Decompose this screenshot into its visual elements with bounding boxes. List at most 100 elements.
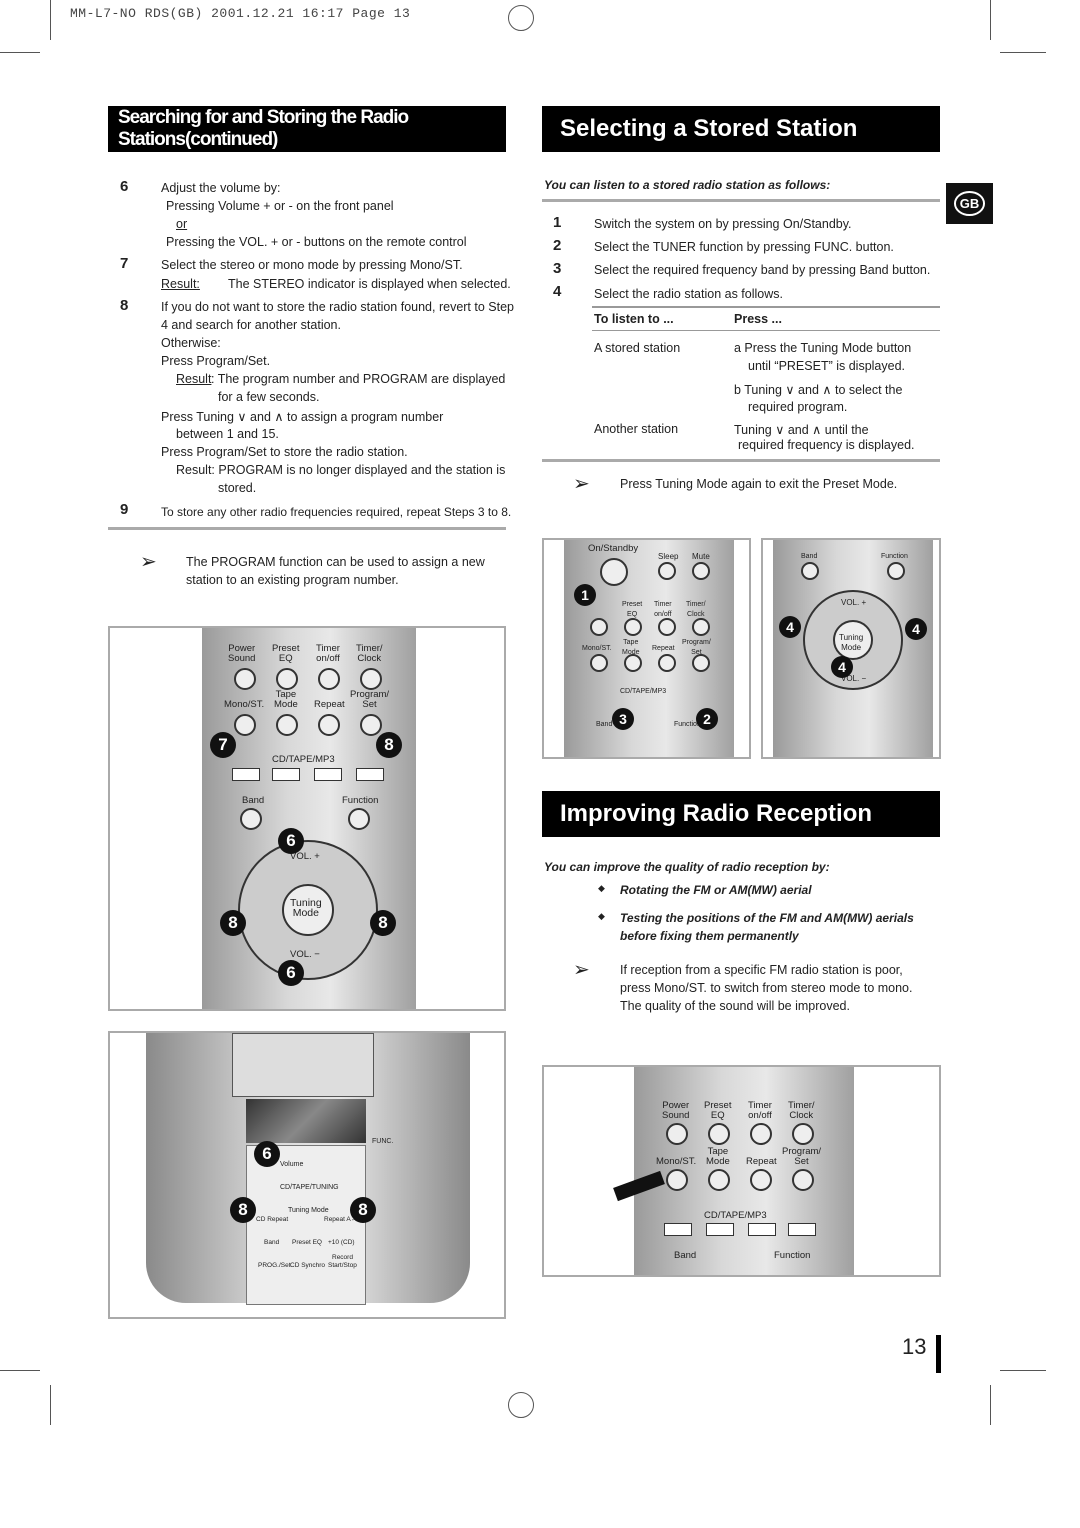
illustration-shape bbox=[692, 562, 710, 580]
figure-label: Tuning Mode bbox=[839, 633, 864, 652]
figure-label: Tuning Mode bbox=[288, 1207, 329, 1214]
illustration-shape bbox=[246, 1145, 366, 1305]
remote-illustration: Power Sound Preset EQ Timer on/off Timer… bbox=[108, 626, 506, 1011]
table-cell: Another station bbox=[594, 422, 679, 436]
remote-tuning-illustration: Band Function Tuning Mode VOL. + VOL. − … bbox=[761, 538, 941, 759]
step-text: Switch the system on by pressing On/Stan… bbox=[594, 217, 852, 231]
step-text: Select the TUNER function by pressing FU… bbox=[594, 240, 894, 254]
figure-label: Band bbox=[596, 721, 613, 728]
bullet-text: Testing the positions of the FM and AM(M… bbox=[620, 911, 914, 925]
result-text: stored. bbox=[218, 481, 257, 495]
result-text: The STEREO indicator is displayed when s… bbox=[228, 277, 511, 291]
step-text: Select the stereo or mono mode by pressi… bbox=[161, 258, 463, 272]
illustration-shape bbox=[658, 618, 676, 636]
figure-label: 3 bbox=[612, 708, 634, 730]
illustration-shape bbox=[788, 1223, 816, 1236]
note-text: station to an existing program number. bbox=[186, 573, 399, 587]
figure-label: Function bbox=[881, 553, 908, 560]
substep-b: between 1 and 15. bbox=[176, 427, 279, 441]
figure-label: Power Sound bbox=[228, 643, 256, 664]
result-label: Result: bbox=[161, 277, 200, 291]
divider bbox=[542, 199, 940, 202]
page-number-bar bbox=[936, 1335, 941, 1373]
step-text: Select the radio station as follows. bbox=[594, 287, 783, 301]
illustration-shape bbox=[801, 562, 819, 580]
step-number: 4 bbox=[553, 283, 562, 300]
figure-label: +10 (CD) bbox=[328, 1239, 355, 1246]
substep-b: Press Tuning ∨ and ∧ to assign a program… bbox=[161, 410, 444, 424]
figure-label: Program/ Set bbox=[782, 1146, 822, 1167]
figure-label: 8 bbox=[376, 732, 402, 758]
illustration-shape bbox=[590, 654, 608, 672]
figure-label: Mono/ST. bbox=[656, 1156, 697, 1167]
registration-mark bbox=[508, 5, 534, 31]
crop-mark bbox=[1000, 52, 1046, 53]
figure-label: On/Standby bbox=[588, 543, 639, 554]
figure-label: GB bbox=[953, 191, 986, 216]
substep-a: Press Program/Set. bbox=[161, 354, 271, 368]
figure-label: Repeat bbox=[314, 699, 345, 710]
illustration-shape bbox=[658, 654, 676, 672]
step-number: 2 bbox=[553, 237, 562, 254]
step-text: Adjust the volume by: bbox=[161, 181, 281, 195]
figure-label: Preset EQ bbox=[704, 1100, 732, 1121]
figure-label: Sleep bbox=[658, 552, 679, 561]
illustration-shape bbox=[348, 808, 370, 830]
illustration-shape bbox=[708, 1169, 730, 1191]
figure-label: Timer/ Clock bbox=[686, 601, 706, 618]
illustration-shape bbox=[750, 1123, 772, 1145]
crop-mark bbox=[1000, 1370, 1046, 1371]
figure-label: Mute bbox=[692, 552, 710, 561]
figure-label: Repeat bbox=[652, 645, 675, 652]
illustration-shape bbox=[234, 668, 256, 690]
substep-c: Press Program/Set to store the radio sta… bbox=[161, 445, 408, 459]
illustration-shape bbox=[318, 714, 340, 736]
figure-label: Tuning Mode bbox=[290, 897, 322, 919]
table-rule bbox=[592, 330, 940, 331]
step-text: If you do not want to store the radio st… bbox=[161, 300, 514, 314]
step-text: Otherwise: bbox=[161, 336, 221, 350]
note-arrow-icon: ➢ bbox=[573, 473, 590, 495]
step-number: 6 bbox=[120, 178, 129, 195]
illustration-shape bbox=[590, 618, 608, 636]
table-cell: Tuning ∨ and ∧ until the bbox=[734, 423, 869, 437]
figure-label: 4 bbox=[831, 656, 853, 678]
figure-label: CD Synchro bbox=[290, 1262, 326, 1269]
main-unit-illustration: Volume CD/TAPE/TUNING Tuning Mode CD Rep… bbox=[108, 1031, 506, 1319]
illustration-shape bbox=[276, 714, 298, 736]
divider bbox=[108, 527, 506, 530]
illustration-shape bbox=[658, 562, 676, 580]
illustration-shape bbox=[234, 714, 256, 736]
figure-label: Start/Stop bbox=[328, 1262, 357, 1269]
illustration-shape bbox=[692, 618, 710, 636]
table-cell: a Press the Tuning Mode button bbox=[734, 341, 912, 355]
section-title-selecting: Selecting a Stored Station bbox=[542, 106, 940, 152]
figure-label: VOL. + bbox=[841, 598, 867, 607]
figure-label: CD/TAPE/MP3 bbox=[272, 754, 335, 765]
figure-label: 4 bbox=[905, 618, 927, 640]
note-text: The PROGRAM function can be used to assi… bbox=[186, 555, 485, 569]
illustration-shape bbox=[246, 1099, 366, 1143]
bullet-icon: ◆ bbox=[598, 911, 605, 921]
figure-label: Tape Mode bbox=[274, 689, 298, 710]
figure-label: CD Repeat bbox=[256, 1216, 289, 1223]
crop-mark bbox=[50, 1385, 51, 1425]
figure-label: Program/ Set bbox=[350, 689, 390, 710]
figure-label: CD/TAPE/MP3 bbox=[704, 1210, 767, 1221]
figure-label: CD/TAPE/MP3 bbox=[620, 688, 667, 695]
figure-label: Band bbox=[674, 1250, 697, 1261]
table-cell: b Tuning ∨ and ∧ to select the bbox=[734, 383, 903, 397]
language-badge: GB bbox=[946, 183, 993, 224]
figure-label: Timer/ Clock bbox=[788, 1100, 815, 1121]
crop-mark bbox=[0, 1370, 40, 1371]
crop-mark bbox=[990, 1385, 991, 1425]
figure-label: 4 bbox=[779, 616, 801, 638]
illustration-shape bbox=[666, 1123, 688, 1145]
bullet-text: before fixing them permanently bbox=[620, 929, 799, 943]
result-text: Result: PROGRAM is no longer displayed a… bbox=[176, 463, 506, 477]
figure-label: 2 bbox=[696, 708, 718, 730]
result-label: Result bbox=[176, 372, 212, 386]
figure-label: Band bbox=[264, 1239, 280, 1246]
illustration-shape bbox=[240, 808, 262, 830]
illustration-shape bbox=[232, 1033, 374, 1097]
